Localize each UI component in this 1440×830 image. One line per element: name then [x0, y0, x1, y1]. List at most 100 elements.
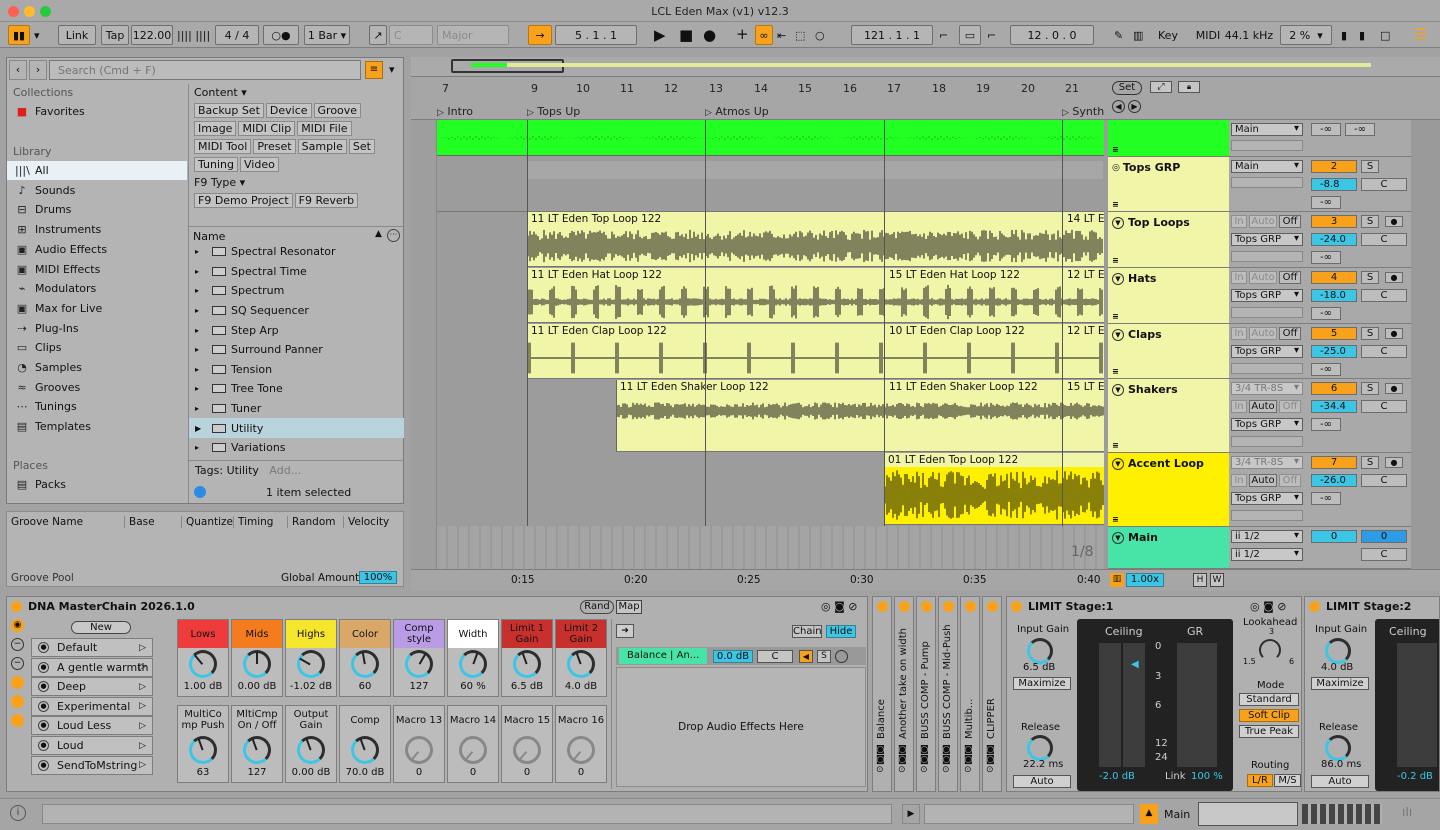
chain-row[interactable]: Balance | An... 0.0 dB C ◀ S [616, 647, 866, 665]
macro-knob-top[interactable]: Width 60 % [447, 619, 499, 697]
clip-hats[interactable]: 11 LT Eden Hat Loop 122 15 LT Eden Hat L… [527, 268, 1104, 323]
limiter1-on-icon[interactable] [1011, 601, 1022, 612]
output-routing-select[interactable]: Tops GRP [1231, 233, 1303, 246]
lookahead-knob[interactable] [1259, 639, 1281, 661]
collapse-icon[interactable]: − [11, 638, 24, 651]
sidebar-item-max-for-live[interactable]: ▣ Max for Live [7, 299, 187, 318]
drop-effects-zone[interactable]: Drop Audio Effects Here [616, 667, 866, 787]
variation-launch-icon[interactable]: ▷ [139, 643, 146, 653]
inner-device-strip[interactable]: Balance ◙ ◙ ⊙ [872, 596, 892, 792]
clip-top-loops[interactable]: 11 LT Eden Top Loop 122 14 LT Ed [527, 212, 1104, 267]
monitor-auto-button[interactable]: Auto [1249, 271, 1277, 284]
inner-device-icons[interactable]: ◙ ◙ ⊙ [920, 745, 929, 775]
content-tag[interactable]: MIDI Tool [194, 139, 252, 154]
chain-name[interactable]: Balance | An... [619, 648, 707, 664]
inner-device-strip[interactable]: CLIPPER ◙ ◙ ⊙ [982, 596, 1002, 792]
inner-device-icons[interactable]: ◙ ◙ ⊙ [986, 745, 995, 775]
track-header[interactable]: ≡ [1108, 120, 1229, 157]
fold-track-icon[interactable]: ▼ [1112, 457, 1124, 470]
track-activator[interactable]: 0 [1311, 530, 1357, 543]
monitor-in-button[interactable]: In [1231, 474, 1247, 487]
limiter2-on-icon[interactable] [1309, 601, 1320, 612]
track-header[interactable]: ▼ Accent Loop ≡ [1108, 453, 1229, 527]
variation-select-icon[interactable]: ● [38, 700, 49, 712]
macro-show-icon[interactable]: ◉ [11, 619, 24, 632]
track-menu-icon[interactable]: ≡ [1112, 200, 1119, 209]
chevron-down-icon[interactable]: ▾ [34, 29, 40, 42]
sidebar-item-samples[interactable]: ◔ Samples [7, 358, 187, 377]
monitor-in-button[interactable]: In [1231, 215, 1247, 228]
sidebar-item-instruments[interactable]: ⊞ Instruments [7, 220, 187, 239]
output-channel-select[interactable] [1231, 251, 1303, 262]
track-header[interactable]: ◎ Tops GRP ≡ [1108, 157, 1229, 212]
fold-track-icon[interactable]: ▼ [1112, 272, 1124, 285]
browser-list-item[interactable]: ▸ Spectrum [189, 281, 404, 301]
macro-knob-top[interactable]: Comp style 127 [393, 619, 445, 697]
track-activator[interactable]: 6 [1311, 382, 1357, 395]
track-volume-field[interactable]: -34.4 [1311, 400, 1357, 413]
expand-arrow-icon[interactable]: ▸ [195, 286, 207, 295]
variation-row[interactable]: ● A gentle warmth ▷ [31, 657, 153, 677]
variation-row[interactable]: ● Loud Less ▷ [31, 716, 153, 736]
send-a-field[interactable]: -∞ [1311, 363, 1341, 376]
punch-in-icon[interactable]: ⇤ [777, 29, 786, 42]
info-view-icon[interactable]: i [10, 805, 26, 821]
variation-select-icon[interactable]: ● [38, 759, 49, 771]
overview-strip[interactable] [411, 57, 1440, 77]
record-arm-icon[interactable]: ● [1385, 457, 1403, 468]
macro-knob-bottom[interactable]: Output Gain 0.00 dB [285, 705, 337, 783]
clip-claps[interactable]: 11 LT Eden Clap Loop 122 10 LT Eden Clap… [527, 324, 1104, 379]
routing-lr-button[interactable]: L/R [1247, 774, 1273, 787]
height-toggle-button[interactable]: H [1193, 573, 1207, 587]
macro-knob-dial[interactable] [567, 650, 595, 678]
browser-list-item[interactable]: ▶ Utility [189, 418, 404, 438]
tag-chip-utility[interactable]: Utility [227, 464, 259, 477]
input-type-select[interactable]: ii 1/2 [1231, 530, 1303, 543]
punch-in-toggle-icon[interactable]: ⌐ [939, 29, 948, 42]
play-icon[interactable]: ▶ [654, 26, 666, 44]
track-activator[interactable]: 3 [1311, 215, 1357, 228]
macro-knob-top[interactable]: Limit 2 Gain 4.0 dB [555, 619, 607, 697]
locator-marker[interactable]: ▷ Intro [437, 105, 473, 118]
track-pan-field[interactable]: -∞ [1345, 123, 1375, 136]
limiter1-link-value[interactable]: 100 % [1191, 771, 1223, 782]
follow-icon[interactable]: ↗ [369, 25, 387, 45]
track-volume-field[interactable]: 0 [1361, 530, 1407, 543]
macro-knob-bottom[interactable]: MltiCmp On / Off 127 [231, 705, 283, 783]
browser-list-item[interactable]: ▸ Tension [189, 360, 404, 380]
monitor-auto-button[interactable]: Auto [1249, 327, 1277, 340]
next-locator-icon[interactable]: ▶ [1128, 100, 1141, 113]
monitor-off-button[interactable]: Off [1279, 327, 1301, 340]
limiter1-auto-button[interactable]: Auto [1013, 775, 1071, 788]
monitor-off-button[interactable]: Off [1279, 474, 1301, 487]
content-tag[interactable]: MIDI File [297, 121, 352, 136]
content-tag[interactable]: Backup Set [194, 103, 264, 118]
browser-list-item[interactable]: ▸ Spectral Time [189, 262, 404, 282]
locator-marker[interactable]: ▷ Tops Up [527, 105, 580, 118]
chain-speaker-icon[interactable]: ◀ [799, 649, 813, 663]
inner-device-strip[interactable]: BUSS COMP - Mid-Push ◙ ◙ ⊙ [938, 596, 958, 792]
variation-launch-icon[interactable]: ▷ [139, 682, 146, 692]
track-header[interactable]: ▼ Top Loops ≡ [1108, 212, 1229, 268]
limiter2-release-knob[interactable] [1325, 735, 1351, 761]
fold-track-icon[interactable]: ▼ [1112, 531, 1124, 544]
limiter1-release-knob[interactable] [1027, 735, 1053, 761]
rack-window-icons[interactable]: ◎ ◙ ⊘ [821, 600, 857, 613]
track-activator[interactable]: 5 [1311, 327, 1357, 340]
key-map-button[interactable]: Key [1151, 25, 1185, 45]
track-menu-icon[interactable]: ≡ [1112, 256, 1119, 265]
track-pan-field[interactable]: C [1361, 178, 1407, 191]
output-routing-select[interactable]: ii 1/2 [1231, 548, 1303, 561]
midi-map-button[interactable]: MIDI [1191, 25, 1225, 45]
sidebar-item-sounds[interactable]: ♪ Sounds [7, 181, 187, 200]
track-pan-field[interactable]: C [1361, 548, 1407, 561]
sidebar-item-packs[interactable]: ▤ Packs [15, 478, 66, 491]
output-channel-select[interactable] [1231, 140, 1303, 151]
global-amount-field[interactable]: 100% [359, 571, 397, 584]
track-menu-icon[interactable]: ≡ [1112, 145, 1119, 154]
stop-icon[interactable]: ■ [679, 26, 693, 44]
expand-detail-icon[interactable]: ▶ [902, 804, 920, 824]
expand-arrow-icon[interactable]: ▸ [195, 326, 207, 335]
back-icon[interactable]: ‹ [9, 60, 27, 80]
macro-knob-top[interactable]: Mids 0.00 dB [231, 619, 283, 697]
